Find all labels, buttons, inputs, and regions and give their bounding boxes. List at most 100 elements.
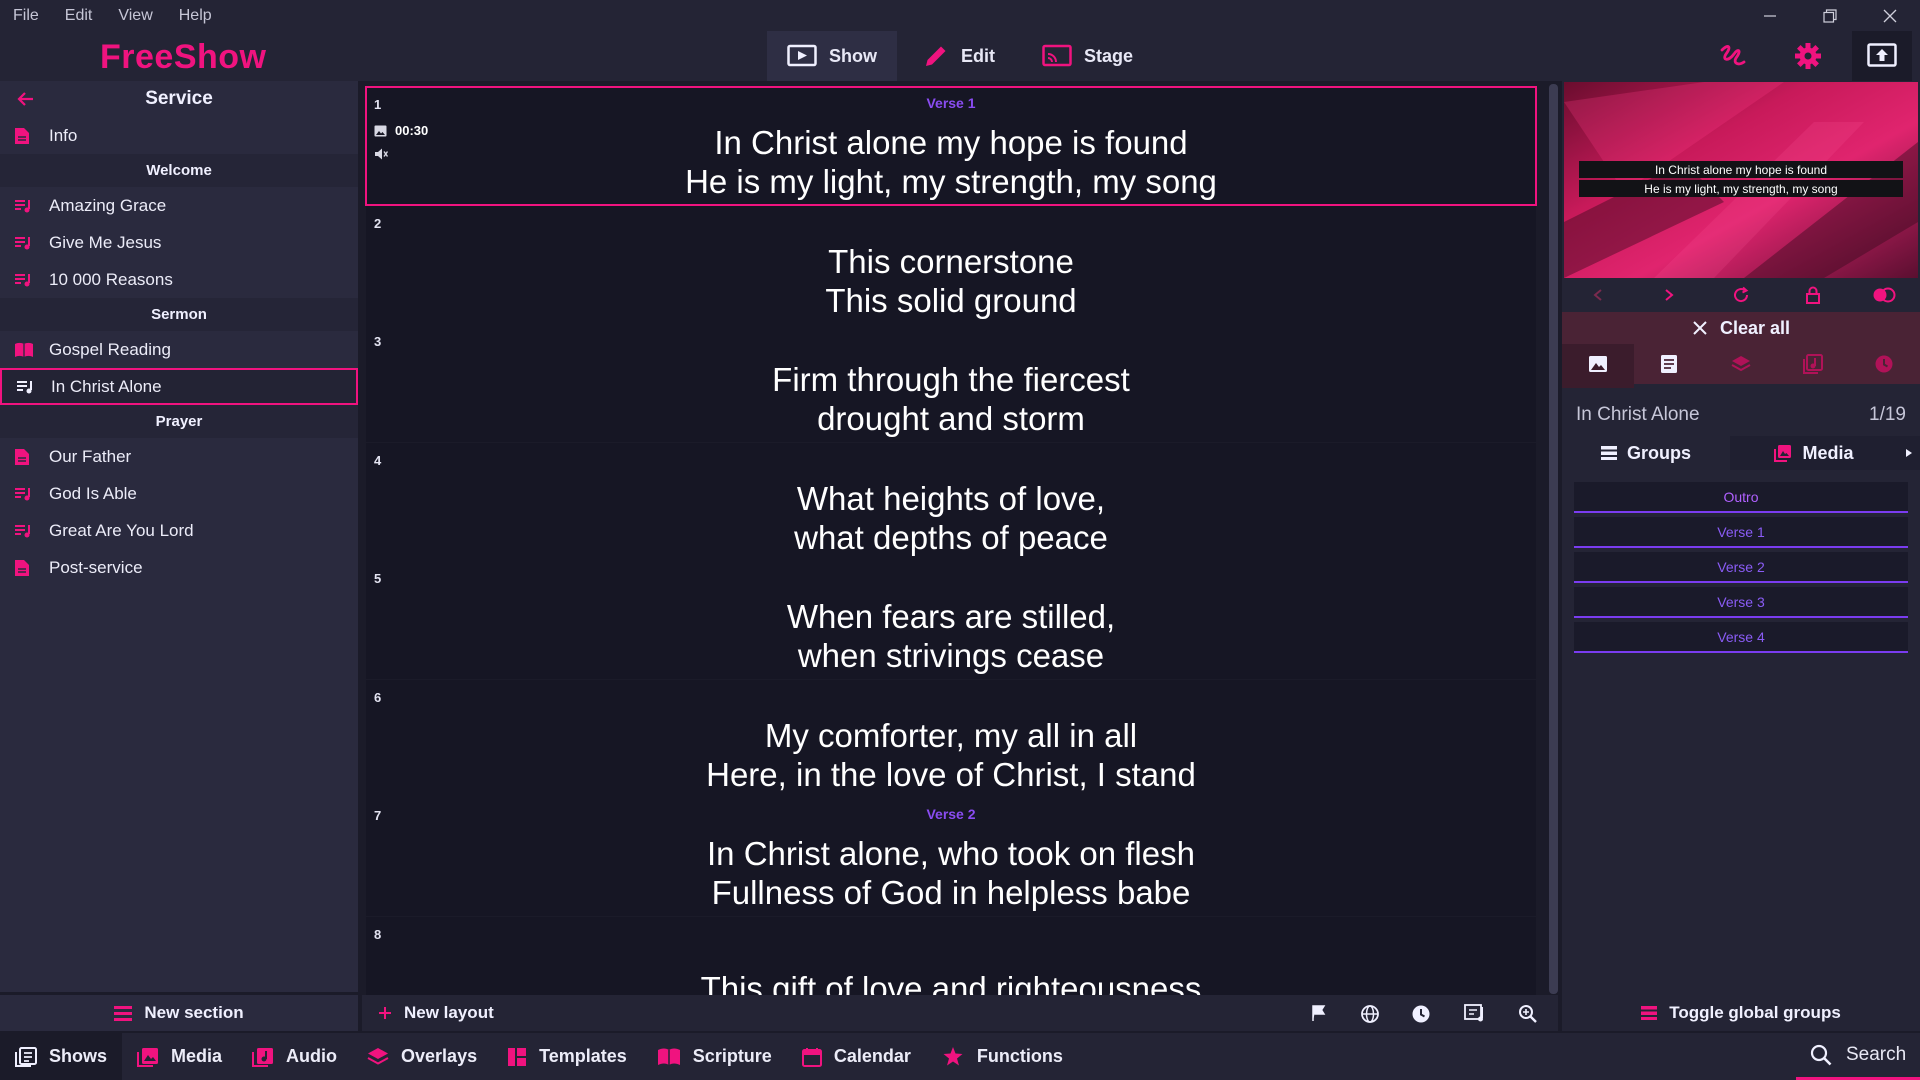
restore-button[interactable] [1800,0,1860,31]
group-item[interactable]: Verse 1 [1574,517,1908,548]
stage-icon [1042,44,1072,67]
tab-groups[interactable]: Groups [1562,436,1730,470]
preview-line-2: He is my light, my strength, my song [1579,180,1903,197]
new-section-label: New section [144,1003,244,1022]
project-item-label: Give Me Jesus [49,232,162,252]
drawer-tab-functions[interactable]: Functions [926,1033,1078,1080]
document-icon [14,127,36,145]
slide-2[interactable]: 2 This cornerstone This solid ground [366,205,1536,324]
timer-button[interactable] [1411,1004,1431,1024]
song-icon [14,486,36,502]
drawer-tab-calendar[interactable]: Calendar [787,1033,926,1080]
refresh-icon [1734,286,1749,303]
tab-show[interactable]: Show [767,31,897,81]
search-button[interactable]: Search [1796,1033,1920,1080]
group-item[interactable]: Verse 4 [1574,622,1908,653]
project-item[interactable]: Give Me Jesus [0,224,358,261]
group-item[interactable]: Verse 3 [1574,587,1908,618]
clear-all-button[interactable]: Clear all [1562,312,1920,344]
audio-icon [1802,354,1823,374]
templates-icon [508,1047,527,1066]
clear-audio-button[interactable] [1777,344,1849,384]
menu-edit[interactable]: Edit [52,0,106,31]
project-item[interactable]: Great Are You Lord [0,512,358,549]
project-section[interactable]: Sermon [0,298,358,331]
refresh-button[interactable] [1705,280,1777,310]
drawer-tab-overlays[interactable]: Overlays [352,1033,492,1080]
minimize-button[interactable] [1740,0,1800,31]
group-item[interactable]: Outro [1574,482,1908,513]
song-icon [14,235,36,251]
tab-stage[interactable]: Stage [1022,31,1153,81]
output-preview[interactable]: In Christ alone my hope is found He is m… [1564,82,1918,278]
slide-1[interactable]: 1 Verse 1 00:30 In Christ alone my hope is … [365,86,1537,206]
project-item-label: Gospel Reading [49,339,171,359]
flag-button[interactable] [1310,1004,1328,1022]
tab-edit-label: Edit [961,45,995,66]
drawer-tab-shows[interactable]: Shows [0,1033,123,1080]
clear-background-button[interactable] [1562,344,1634,384]
new-section-button[interactable]: New section [0,995,358,1031]
project-section[interactable]: Prayer [0,405,358,438]
document-icon [14,559,36,577]
clear-overlays-button[interactable] [1705,344,1777,384]
close-icon [1883,9,1897,22]
drawer-tab-scripture[interactable]: Scripture [642,1033,787,1080]
drawer-tab-media[interactable]: Media [122,1033,237,1080]
slide-3[interactable]: 3 Firm through the fiercest drought and st… [366,324,1536,442]
tab-media-label: Media [1802,442,1854,463]
language-button[interactable] [1360,1004,1380,1024]
text-slide-icon [1661,355,1678,373]
output-button[interactable] [1852,31,1912,81]
transition-button[interactable] [1848,280,1920,310]
menu-help[interactable]: Help [166,0,225,31]
close-button[interactable] [1860,0,1920,31]
menu-file[interactable]: File [0,0,52,31]
toggle-global-groups-button[interactable]: Toggle global groups [1562,995,1920,1031]
project-item[interactable]: 10 000 Reasons [0,261,358,298]
zoom-button[interactable] [1518,1004,1538,1024]
group-item[interactable]: Verse 2 [1574,552,1908,583]
tab-media[interactable]: Media [1730,436,1898,470]
previous-slide-button[interactable] [1562,280,1634,310]
slides-scrollbar[interactable] [1549,84,1558,994]
tab-edit[interactable]: Edit [903,31,1015,81]
lock-button[interactable] [1777,280,1849,310]
slide-group-label: Verse 1 [926,95,976,111]
slide-text-line: Firm through the fiercest [772,361,1130,398]
edit-icon [926,46,946,66]
project-item[interactable]: Info [0,117,358,154]
drawer-tab-audio[interactable]: Audio [237,1033,352,1080]
slide-number: 8 [374,926,382,942]
slide-4[interactable]: 4 What heights of love, what depths of pea… [366,442,1536,561]
clear-slide-button[interactable] [1634,344,1706,384]
output-controls [1562,280,1920,310]
clear-timer-button[interactable] [1848,344,1920,384]
slide-6[interactable]: 6 My comforter, my all in all Here, in the… [366,679,1536,798]
slide-5[interactable]: 5 When fears are stilled, when strivings c… [366,561,1536,679]
project-item[interactable]: Post-service [0,549,358,586]
clock-icon [1412,1005,1430,1023]
restore-icon [1823,8,1837,23]
chords-button[interactable] [1464,1004,1488,1024]
menu-view[interactable]: View [105,0,165,31]
project-list: Info Welcome Amazing Grace Give Me Jesus 10 … [0,117,358,586]
project-item[interactable]: In Christ Alone [0,368,358,405]
next-slide-button[interactable] [1634,280,1706,310]
project-section[interactable]: Welcome [0,154,358,187]
slide-8[interactable]: 8 This gift of love and righteousness [366,916,1536,995]
project-item[interactable]: Amazing Grace [0,187,358,224]
slide-7[interactable]: 7 Verse 2 In Christ alone, who took on fle… [366,798,1536,916]
project-section-label: Welcome [146,162,212,179]
tabs-more-button[interactable] [1898,436,1920,470]
settings-button[interactable] [1778,31,1838,81]
project-item[interactable]: Our Father [0,438,358,475]
draw-button[interactable] [1703,31,1763,81]
slide-text-line: drought and storm [817,400,1085,437]
draw-icon [1720,45,1746,66]
project-item[interactable]: God Is Able [0,475,358,512]
drawer-tab-templates[interactable]: Templates [492,1033,642,1080]
new-layout-button[interactable]: New layout [378,1003,494,1023]
project-item[interactable]: Gospel Reading [0,331,358,368]
back-arrow-icon[interactable] [16,89,36,109]
